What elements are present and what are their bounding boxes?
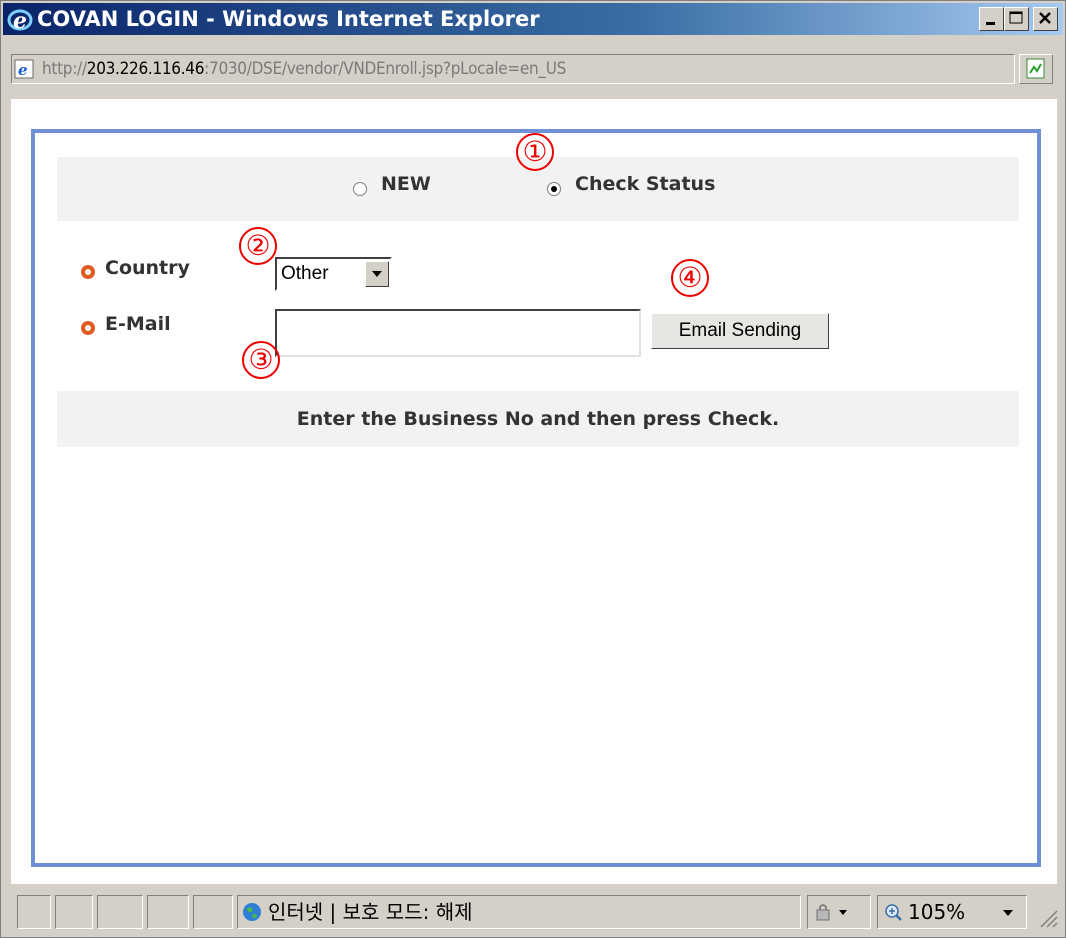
url-host: 203.226.116.46 — [86, 59, 205, 79]
radio-check-status[interactable] — [547, 182, 561, 196]
close-button[interactable] — [1033, 7, 1058, 31]
country-bullet-icon — [81, 265, 95, 279]
address-bar: e http://203.226.116.46:7030/DSE/vendor/… — [3, 37, 1063, 97]
country-label: Country — [105, 257, 190, 279]
form-frame: NEW Check Status Country Other E-Mail Em… — [31, 129, 1041, 867]
page-content: NEW Check Status Country Other E-Mail Em… — [11, 99, 1057, 884]
status-pane-2 — [55, 895, 93, 929]
page-ie-icon: e — [14, 58, 36, 80]
country-select-value: Other — [281, 263, 329, 284]
zoom-level: 105% — [908, 900, 966, 924]
lock-icon — [816, 904, 847, 921]
zoom-icon — [885, 904, 902, 921]
status-pane-3 — [97, 895, 143, 929]
callout-2: ② — [239, 227, 277, 265]
zoom-pane[interactable]: 105% — [877, 895, 1027, 929]
callout-1: ① — [516, 133, 554, 171]
compatibility-view-button[interactable] — [1019, 54, 1053, 84]
address-url[interactable]: http://203.226.116.46:7030/DSE/vendor/VN… — [42, 55, 566, 83]
zoom-dropdown-icon — [1003, 910, 1013, 916]
instruction-message: Enter the Business No and then press Che… — [296, 408, 780, 430]
url-path: :7030/DSE/vendor/VNDEnroll.jsp?pLocale=e… — [204, 59, 567, 79]
protected-mode-pane[interactable] — [807, 895, 871, 929]
email-bullet-icon — [81, 321, 95, 335]
radio-check-status-label[interactable]: Check Status — [575, 173, 715, 195]
resize-grip-icon — [1040, 910, 1058, 928]
country-select[interactable]: Other — [275, 257, 392, 291]
callout-4: ④ — [671, 259, 709, 297]
address-field[interactable]: e http://203.226.116.46:7030/DSE/vendor/… — [11, 54, 1015, 84]
dropdown-arrow-icon[interactable] — [365, 261, 389, 287]
security-zone-pane[interactable]: 인터넷 | 보호 모드: 해제 — [237, 895, 801, 929]
title-bar[interactable]: e COVAN LOGIN - Windows Internet Explore… — [3, 3, 1063, 35]
status-pane-1 — [17, 895, 51, 929]
security-zone-text: 인터넷 | 보호 모드: 해제 — [268, 900, 473, 924]
radio-new[interactable] — [353, 182, 367, 196]
browser-window: e COVAN LOGIN - Windows Internet Explore… — [0, 0, 1066, 938]
callout-3: ③ — [242, 341, 280, 379]
radio-new-label[interactable]: NEW — [381, 173, 431, 195]
status-pane-4 — [147, 895, 189, 929]
minimize-button[interactable] — [979, 7, 1004, 31]
svg-text:e: e — [13, 8, 27, 32]
status-pane-5 — [193, 895, 233, 929]
globe-icon — [243, 903, 261, 921]
message-bar: Enter the Business No and then press Che… — [57, 391, 1019, 447]
maximize-button[interactable] — [1004, 7, 1029, 31]
svg-text:e: e — [18, 61, 28, 79]
email-label: E-Mail — [105, 313, 171, 335]
status-bar: 인터넷 | 보호 모드: 해제 105% — [3, 885, 1063, 935]
window-title: COVAN LOGIN - Windows Internet Explorer — [37, 7, 540, 31]
url-scheme: http:// — [42, 59, 87, 79]
compatibility-icon — [1026, 58, 1045, 79]
email-input[interactable] — [275, 309, 641, 357]
ie-logo-icon: e — [7, 6, 33, 34]
email-sending-button[interactable]: Email Sending — [651, 313, 829, 349]
